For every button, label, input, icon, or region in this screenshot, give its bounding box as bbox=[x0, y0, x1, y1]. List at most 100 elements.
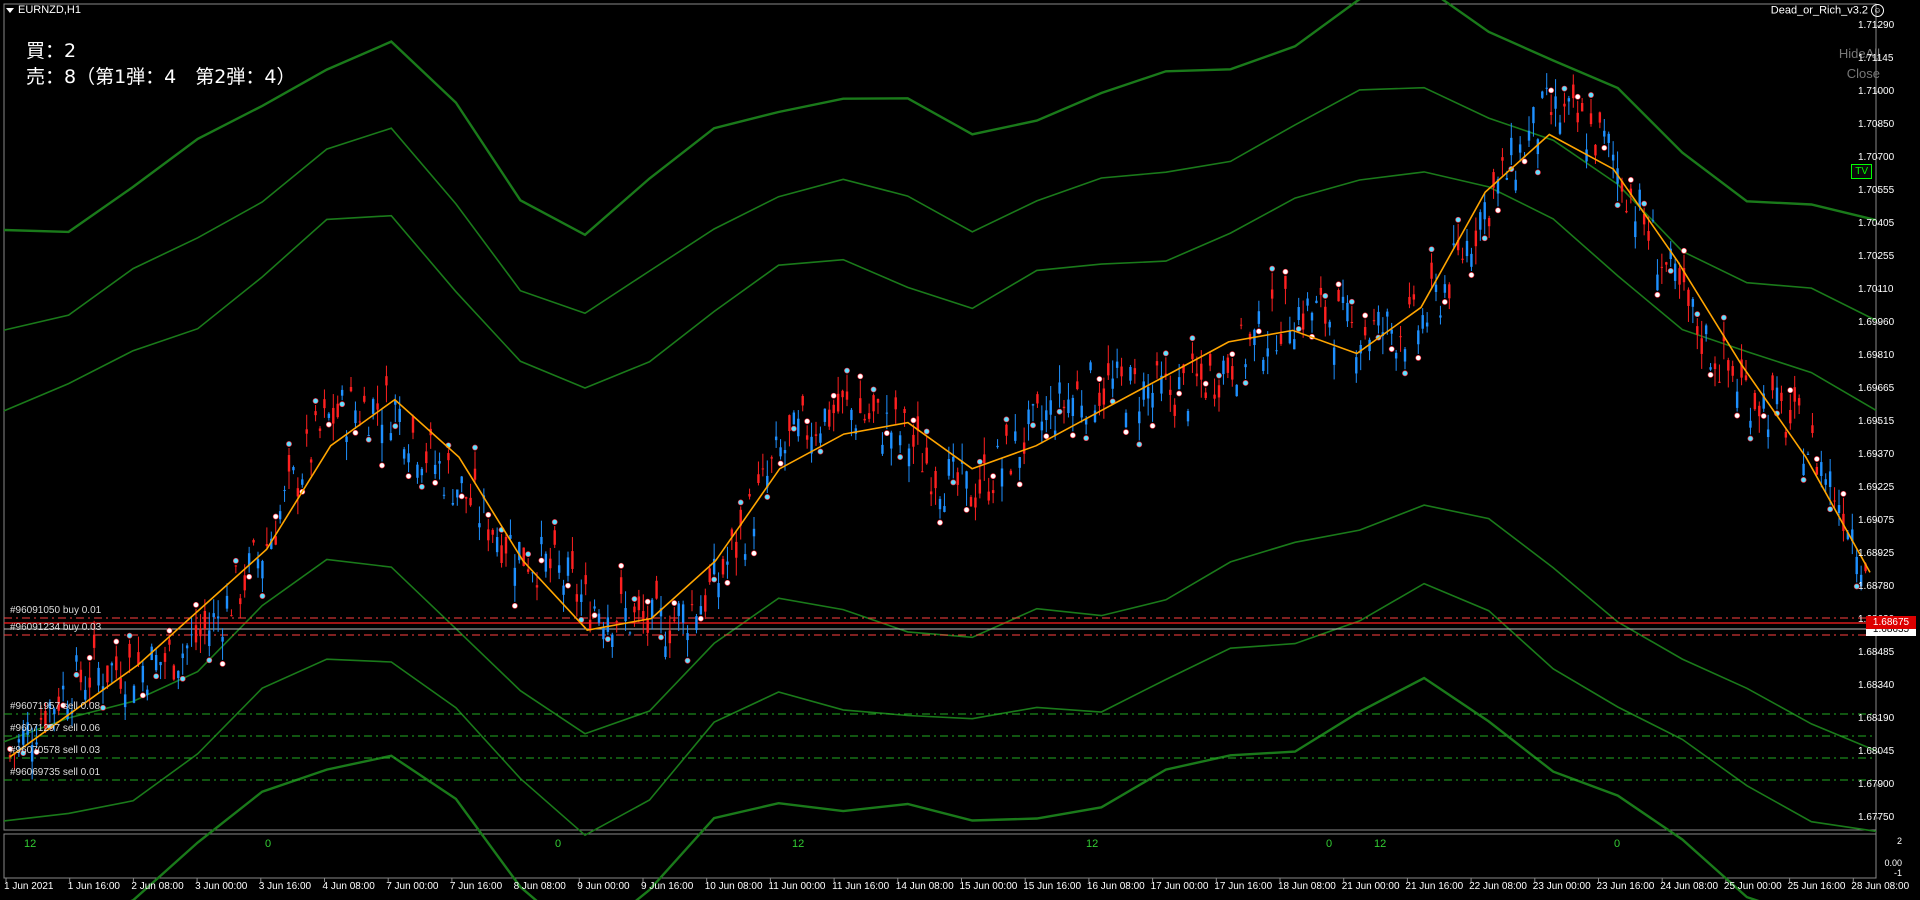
candle-body bbox=[495, 537, 499, 553]
candle-body bbox=[296, 488, 300, 497]
candle-body bbox=[575, 594, 579, 602]
band-line bbox=[3, 0, 1877, 237]
close-button[interactable]: Close bbox=[1847, 66, 1880, 81]
price-chart[interactable] bbox=[0, 0, 1920, 900]
signal-dot bbox=[1069, 432, 1076, 439]
candle-body bbox=[788, 415, 791, 432]
candle-body bbox=[513, 567, 517, 586]
signal-dot bbox=[312, 398, 319, 404]
candle-body bbox=[1518, 144, 1522, 153]
signal-dot bbox=[1229, 351, 1236, 358]
signal-dot bbox=[1601, 144, 1608, 151]
signal-dot bbox=[1016, 481, 1023, 488]
candle-body bbox=[934, 471, 937, 489]
candle-body bbox=[1111, 378, 1114, 389]
candle-body bbox=[1758, 405, 1761, 417]
candle-body bbox=[221, 636, 224, 642]
candle-body bbox=[872, 395, 875, 412]
candle-body bbox=[1510, 137, 1513, 156]
candle-body bbox=[1124, 412, 1128, 428]
candle-body bbox=[464, 496, 468, 499]
candle-body bbox=[132, 685, 136, 703]
signal-dot bbox=[1149, 422, 1156, 429]
order-label[interactable]: #96071297 sell 0.06 bbox=[10, 723, 100, 734]
signal-dot bbox=[963, 506, 970, 513]
candle-body bbox=[1735, 391, 1739, 408]
envelope-bands bbox=[3, 0, 1877, 900]
signal-dot bbox=[126, 632, 133, 639]
price-tick-label: 1.69075 bbox=[1858, 515, 1895, 526]
signal-dot bbox=[1136, 441, 1143, 448]
main-chart-border bbox=[3, 3, 1877, 831]
candle-body bbox=[1235, 384, 1238, 397]
signal-dot bbox=[1189, 335, 1196, 342]
candle-body bbox=[1217, 385, 1221, 398]
candle-body bbox=[17, 739, 21, 743]
signal-dot bbox=[804, 418, 811, 425]
expert-advisor-name[interactable]: Dead_or_Rich_v3.2 ☺ bbox=[1771, 4, 1884, 17]
signal-dot bbox=[1030, 422, 1036, 429]
signal-dot bbox=[1561, 85, 1568, 92]
signal-dot bbox=[1720, 314, 1727, 321]
candle-body bbox=[278, 511, 282, 520]
candle-body bbox=[1465, 240, 1469, 257]
candle-body bbox=[243, 575, 246, 591]
signal-dot bbox=[1255, 328, 1262, 335]
signal-dot bbox=[339, 401, 346, 408]
candle-body bbox=[380, 424, 384, 444]
candle-body bbox=[239, 598, 242, 605]
candle-body bbox=[633, 606, 636, 613]
order-label[interactable]: #96091234 buy 0.03 bbox=[10, 622, 101, 633]
candle-body bbox=[61, 685, 65, 690]
time-tick-label: 23 Jun 16:00 bbox=[1596, 881, 1655, 892]
candle-body bbox=[1501, 157, 1504, 161]
candle-body bbox=[1775, 387, 1779, 405]
order-label[interactable]: #96070578 sell 0.03 bbox=[10, 745, 100, 756]
order-label[interactable]: #96091050 buy 0.01 bbox=[10, 605, 101, 616]
price-tick-label: 1.70850 bbox=[1858, 119, 1895, 130]
signal-dot bbox=[1481, 235, 1488, 242]
candle-body bbox=[332, 407, 335, 424]
signal-dot bbox=[1521, 158, 1528, 165]
signal-dot bbox=[976, 458, 983, 465]
candle-body bbox=[265, 544, 269, 546]
signal-dot bbox=[1760, 413, 1767, 419]
candle-body bbox=[1753, 392, 1757, 410]
candle-body bbox=[1213, 394, 1216, 399]
signal-dot bbox=[1176, 390, 1183, 397]
candle-body bbox=[801, 396, 804, 406]
candle-body bbox=[929, 491, 933, 495]
candle-body bbox=[1120, 366, 1123, 377]
signal-dot bbox=[923, 428, 930, 435]
candle-body bbox=[805, 435, 809, 440]
signal-dot bbox=[897, 454, 904, 460]
candle-body bbox=[1443, 284, 1447, 293]
time-tick-label: 4 Jun 08:00 bbox=[322, 881, 375, 892]
candle-body bbox=[141, 665, 145, 683]
tv-badge[interactable]: TV bbox=[1851, 164, 1872, 179]
candle-body bbox=[1279, 333, 1283, 344]
signal-dot bbox=[472, 444, 478, 451]
candle-body bbox=[1558, 122, 1562, 134]
candle-body bbox=[1027, 409, 1030, 425]
hour-marker: 0 bbox=[555, 838, 562, 850]
signal-dot bbox=[631, 596, 638, 602]
band-line bbox=[3, 582, 1877, 837]
signal-dot bbox=[458, 493, 465, 500]
signal-dot bbox=[219, 660, 226, 667]
dropdown-arrow-icon[interactable] bbox=[6, 7, 14, 13]
sub-scale-label: -1 bbox=[1893, 868, 1902, 878]
signal-dot bbox=[73, 671, 80, 678]
candle-body bbox=[1421, 315, 1424, 329]
candle-body bbox=[411, 416, 415, 433]
sub-scale-label: 2 bbox=[1896, 836, 1902, 846]
hour-marker: 12 bbox=[24, 838, 37, 850]
band-line bbox=[130, 676, 1760, 900]
hour-marker: 0 bbox=[1614, 838, 1621, 850]
candle-body bbox=[1089, 362, 1092, 371]
signal-dot bbox=[1003, 416, 1010, 423]
order-label[interactable]: #96069735 sell 0.01 bbox=[10, 767, 100, 778]
order-label[interactable]: #96071957 sell 0.08 bbox=[10, 701, 100, 712]
candle-body bbox=[1222, 360, 1225, 375]
candle-body bbox=[828, 409, 831, 427]
